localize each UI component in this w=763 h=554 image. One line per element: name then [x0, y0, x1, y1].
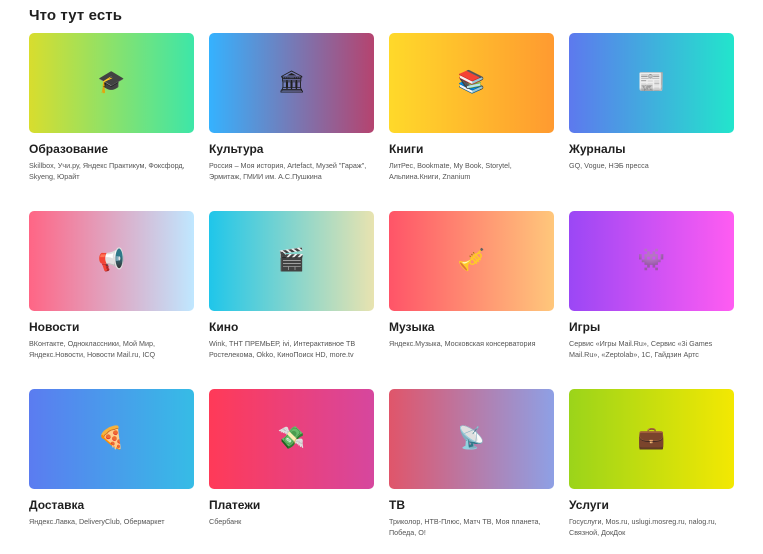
card-title: ТВ — [389, 498, 405, 512]
card-description: Россия – Моя история, Artefact, Музей "Г… — [209, 161, 367, 181]
card-image: 🎺 — [389, 211, 554, 311]
trumpet-icon: 🎺 — [457, 248, 486, 273]
card-title: Услуги — [569, 498, 609, 512]
card-description: Skillbox, Учи.ру, Яндекс Практикум, Фокс… — [29, 161, 185, 181]
graduation-cap-icon: 🎓 — [97, 70, 126, 95]
card-description: Госуслуги, Mos.ru, uslugi.mosreg.ru, nal… — [569, 517, 717, 537]
section-title: Что тут есть — [29, 7, 123, 24]
category-card-10[interactable]: 💸 Платежи Сбербанк — [209, 389, 374, 554]
card-title: Кино — [209, 320, 239, 334]
card-title: Образование — [29, 142, 109, 156]
card-title: Книги — [389, 142, 424, 156]
card-description: GQ, Vogue, НЭБ пресса — [569, 161, 649, 170]
card-description: Яндекс.Музыка, Московская консерватория — [389, 339, 536, 348]
card-title: Культура — [209, 142, 264, 156]
category-card-9[interactable]: 🍕 Доставка Яндекс.Лавка, DeliveryClub, О… — [29, 389, 194, 554]
card-title: Музыка — [389, 320, 435, 334]
category-card-3[interactable]: 📚 Книги ЛитРес, Bookmate, My Book, Story… — [389, 33, 554, 211]
space-invader-icon: 👾 — [637, 248, 666, 273]
card-description: Триколор, НТВ-Плюс, Матч ТВ, Моя планета… — [389, 517, 541, 537]
card-title: Доставка — [29, 498, 85, 512]
money-wings-icon: 💸 — [277, 426, 306, 451]
books-icon: 📚 — [457, 70, 486, 95]
card-image: 💸 — [209, 389, 374, 489]
card-image: 📚 — [389, 33, 554, 133]
satellite-dish-icon: 📡 — [457, 426, 486, 451]
category-grid: 🎓 Образование Skillbox, Учи.ру, Яндекс П… — [29, 33, 763, 554]
card-description: ВКонтакте, Одноклассники, Мой Мир, Яндек… — [29, 339, 156, 359]
card-description: Яндекс.Лавка, DeliveryClub, Обермаркет — [29, 517, 165, 526]
card-image: 📡 — [389, 389, 554, 489]
card-image: 📢 — [29, 211, 194, 311]
card-image: 🎓 — [29, 33, 194, 133]
briefcase-icon: 💼 — [637, 426, 666, 451]
category-card-5[interactable]: 📢 Новости ВКонтакте, Одноклассники, Мой … — [29, 211, 194, 389]
category-card-7[interactable]: 🎺 Музыка Яндекс.Музыка, Московская консе… — [389, 211, 554, 389]
category-card-11[interactable]: 📡 ТВ Триколор, НТВ-Плюс, Матч ТВ, Моя пл… — [389, 389, 554, 554]
card-image: 🎬 — [209, 211, 374, 311]
card-image: 💼 — [569, 389, 734, 489]
card-title: Журналы — [569, 142, 626, 156]
pizza-icon: 🍕 — [97, 426, 126, 451]
card-title: Новости — [29, 320, 80, 334]
card-description: Сервис «Игры Mail.Ru», Сервис «3i Games … — [569, 339, 713, 359]
card-image: 🏛 — [209, 33, 374, 133]
card-title: Игры — [569, 320, 601, 334]
category-card-6[interactable]: 🎬 Кино Wink, ТНТ ПРЕМЬЕР, ivi, Интеракти… — [209, 211, 374, 389]
category-card-4[interactable]: 📰 Журналы GQ, Vogue, НЭБ пресса — [569, 33, 734, 211]
megaphone-icon: 📢 — [97, 248, 126, 273]
category-card-8[interactable]: 👾 Игры Сервис «Игры Mail.Ru», Сервис «3i… — [569, 211, 734, 389]
category-card-1[interactable]: 🎓 Образование Skillbox, Учи.ру, Яндекс П… — [29, 33, 194, 211]
card-description: Wink, ТНТ ПРЕМЬЕР, ivi, Интерактивное ТВ… — [209, 339, 356, 359]
category-card-12[interactable]: 💼 Услуги Госуслуги, Mos.ru, uslugi.mosre… — [569, 389, 734, 554]
card-description: Сбербанк — [209, 517, 242, 526]
card-title: Платежи — [209, 498, 261, 512]
clapperboard-icon: 🎬 — [277, 248, 306, 273]
page: Что тут есть 🎓 Образование Skillbox, Учи… — [0, 0, 763, 554]
museum-icon: 🏛 — [277, 70, 306, 95]
card-image: 📰 — [569, 33, 734, 133]
newspaper-icon: 📰 — [637, 70, 666, 95]
category-card-2[interactable]: 🏛 Культура Россия – Моя история, Artefac… — [209, 33, 374, 211]
card-description: ЛитРес, Bookmate, My Book, Storytel, Аль… — [389, 161, 512, 181]
card-image: 🍕 — [29, 389, 194, 489]
card-image: 👾 — [569, 211, 734, 311]
